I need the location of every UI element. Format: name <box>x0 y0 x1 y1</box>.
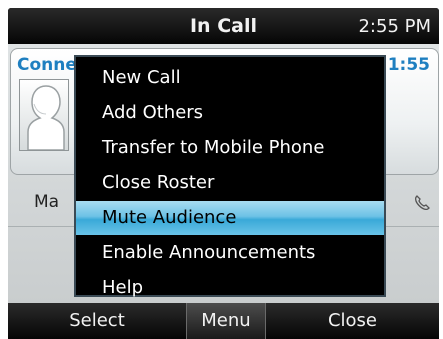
menu-item-new-call[interactable]: New Call <box>76 61 384 95</box>
call-timer: 1:55 <box>387 55 430 75</box>
menu-item-add-others[interactable]: Add Others <box>76 96 384 130</box>
status-bar: In Call 2:55 PM <box>8 8 439 44</box>
person-silhouette-icon <box>19 79 69 151</box>
softkey-select[interactable]: Select <box>8 303 186 339</box>
menu-item-help[interactable]: Help <box>76 271 384 305</box>
softkey-menu[interactable]: Menu <box>186 303 266 339</box>
softkey-bar: Select Menu Close <box>8 303 439 339</box>
options-menu: New Call Add Others Transfer to Mobile P… <box>74 55 386 298</box>
call-state: Conne <box>17 55 77 75</box>
status-time: 2:55 PM <box>358 16 431 37</box>
softkey-close[interactable]: Close <box>266 303 439 339</box>
participant-name: Ma <box>34 192 60 212</box>
menu-item-transfer-to-mobile[interactable]: Transfer to Mobile Phone <box>76 131 384 165</box>
phone-icon <box>414 195 430 211</box>
phone-screen: In Call 2:55 PM Conne 1:55 Ma New Call A… <box>8 8 439 339</box>
menu-item-enable-announcements[interactable]: Enable Announcements <box>76 236 384 270</box>
menu-item-close-roster[interactable]: Close Roster <box>76 166 384 200</box>
menu-item-mute-audience[interactable]: Mute Audience <box>76 201 384 235</box>
